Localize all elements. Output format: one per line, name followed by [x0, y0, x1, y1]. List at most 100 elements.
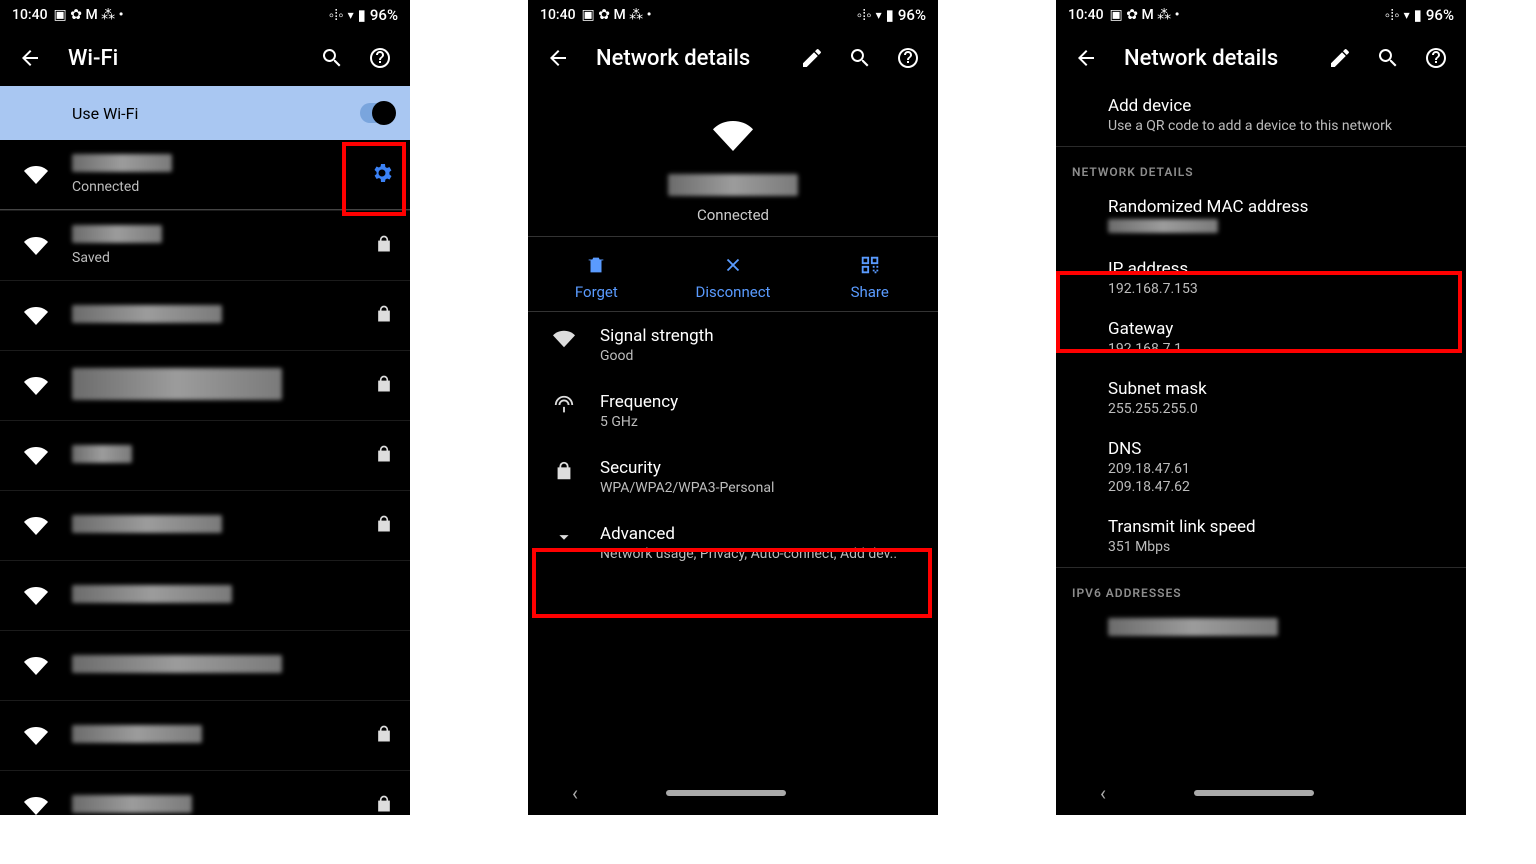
nav-back[interactable]: ‹: [572, 781, 578, 805]
lock-icon: [374, 514, 394, 538]
vibrate-icon: ◦⁞◦: [1385, 6, 1400, 24]
status-bar: 10:40 ▣ ✿ M ⁂ • ◦⁞◦ ▾ ▮ 96%: [0, 0, 410, 30]
search-button[interactable]: [1366, 36, 1410, 80]
battery-pct: 96%: [370, 6, 398, 24]
wifi-icon: [16, 654, 56, 678]
network-item[interactable]: [0, 490, 410, 560]
clock: 10:40: [1068, 7, 1104, 23]
battery-icon: ▮: [886, 6, 894, 24]
ipv6-value-redacted: [1108, 618, 1278, 636]
connected-status: Connected: [72, 179, 370, 195]
network-name-redacted: [72, 225, 162, 243]
wifi-icon: [16, 234, 56, 258]
section-network-details: NETWORK DETAILS: [1056, 146, 1466, 187]
vibrate-icon: ◦⁞◦: [857, 6, 872, 24]
frequency-row[interactable]: Frequency5 GHz: [528, 378, 938, 444]
wifi-icon: [528, 116, 938, 160]
network-name-redacted: [72, 368, 282, 400]
trash-icon: [528, 251, 665, 279]
network-name-redacted: [72, 655, 282, 673]
network-item[interactable]: [0, 560, 410, 630]
wifi-status-icon: ▾: [348, 8, 354, 22]
network-item[interactable]: [0, 630, 410, 700]
dns-row[interactable]: DNS 209.18.47.61 209.18.47.62: [1056, 429, 1466, 507]
gateway-row[interactable]: Gateway 192.168.7.1: [1056, 309, 1466, 369]
page-title: Network details: [1112, 46, 1314, 71]
help-button[interactable]: [1414, 36, 1458, 80]
network-item[interactable]: [0, 770, 410, 815]
back-button[interactable]: [8, 36, 52, 80]
nav-back[interactable]: ‹: [1100, 781, 1106, 805]
nav-home[interactable]: [666, 790, 786, 796]
search-button[interactable]: [310, 36, 354, 80]
nav-home[interactable]: [1194, 790, 1314, 796]
network-name-redacted: [72, 515, 222, 533]
add-device-row[interactable]: Add device Use a QR code to add a device…: [1056, 86, 1466, 146]
clock: 10:40: [12, 7, 48, 23]
network-name-redacted: [72, 154, 172, 172]
transmit-speed-row[interactable]: Transmit link speed 351 Mbps: [1056, 507, 1466, 567]
disconnect-button[interactable]: Disconnect: [665, 237, 802, 311]
status-icons: ▣ ✿ M ⁂ •: [1110, 7, 1180, 23]
network-item[interactable]: Saved: [0, 210, 410, 280]
close-icon: [665, 251, 802, 279]
network-item[interactable]: [0, 420, 410, 490]
wifi-switch[interactable]: [360, 103, 394, 123]
connected-status: Connected: [528, 206, 938, 224]
edit-button[interactable]: [790, 36, 834, 80]
qr-icon: [801, 251, 938, 279]
network-item[interactable]: [0, 350, 410, 420]
app-bar: Network details: [528, 30, 938, 86]
status-bar: 10:40▣ ✿ M ⁂ • ◦⁞◦▾▮96%: [1056, 0, 1466, 30]
back-button[interactable]: [536, 36, 580, 80]
wifi-icon: [16, 374, 56, 398]
wifi-icon: [16, 794, 56, 816]
forget-button[interactable]: Forget: [528, 237, 665, 311]
nav-bar: ‹: [528, 771, 938, 815]
lock-icon: [374, 794, 394, 816]
network-item-connected[interactable]: Connected: [0, 140, 410, 210]
subnet-row[interactable]: Subnet mask 255.255.255.0: [1056, 369, 1466, 429]
use-wifi-label: Use Wi-Fi: [72, 104, 138, 123]
help-button[interactable]: [886, 36, 930, 80]
wifi-icon: [544, 326, 584, 350]
mac-address-row[interactable]: Randomized MAC address: [1056, 187, 1466, 249]
network-actions: Forget Disconnect Share: [528, 236, 938, 312]
screen-wifi-list: 10:40 ▣ ✿ M ⁂ • ◦⁞◦ ▾ ▮ 96% Wi-Fi Use Wi…: [0, 0, 410, 815]
network-name-redacted: [72, 305, 222, 323]
app-bar: Network details: [1056, 30, 1466, 86]
lock-icon: [374, 234, 394, 258]
nav-bar: ‹: [1056, 771, 1466, 815]
battery-pct: 96%: [1426, 6, 1454, 24]
wifi-icon: [16, 444, 56, 468]
search-button[interactable]: [838, 36, 882, 80]
share-button[interactable]: Share: [801, 237, 938, 311]
network-hero: Connected: [528, 86, 938, 236]
back-button[interactable]: [1064, 36, 1108, 80]
status-icons: ▣ ✿ M ⁂ •: [582, 7, 652, 23]
lock-icon: [374, 724, 394, 748]
advanced-row[interactable]: AdvancedNetwork usage, Privacy, Auto-con…: [528, 510, 938, 576]
edit-button[interactable]: [1318, 36, 1362, 80]
mac-value-redacted: [1108, 219, 1218, 233]
saved-status: Saved: [72, 250, 374, 266]
network-name-redacted: [72, 795, 192, 813]
ip-address-row[interactable]: IP address 192.168.7.153: [1056, 249, 1466, 309]
wifi-icon: [16, 304, 56, 328]
security-row[interactable]: SecurityWPA/WPA2/WPA3-Personal: [528, 444, 938, 510]
wifi-icon: [16, 514, 56, 538]
network-settings-button[interactable]: [370, 161, 394, 189]
ipv6-row[interactable]: [1056, 608, 1466, 652]
frequency-icon: [544, 392, 584, 416]
vibrate-icon: ◦⁞◦: [329, 6, 344, 24]
help-button[interactable]: [358, 36, 402, 80]
use-wifi-toggle-row[interactable]: Use Wi-Fi: [0, 86, 410, 140]
network-item[interactable]: [0, 280, 410, 350]
lock-icon: [544, 458, 584, 482]
wifi-icon: [16, 163, 56, 187]
clock: 10:40: [540, 7, 576, 23]
battery-pct: 96%: [898, 6, 926, 24]
network-item[interactable]: [0, 700, 410, 770]
screen-network-details: 10:40▣ ✿ M ⁂ • ◦⁞◦▾▮96% Network details …: [528, 0, 938, 815]
signal-strength-row[interactable]: Signal strengthGood: [528, 312, 938, 378]
